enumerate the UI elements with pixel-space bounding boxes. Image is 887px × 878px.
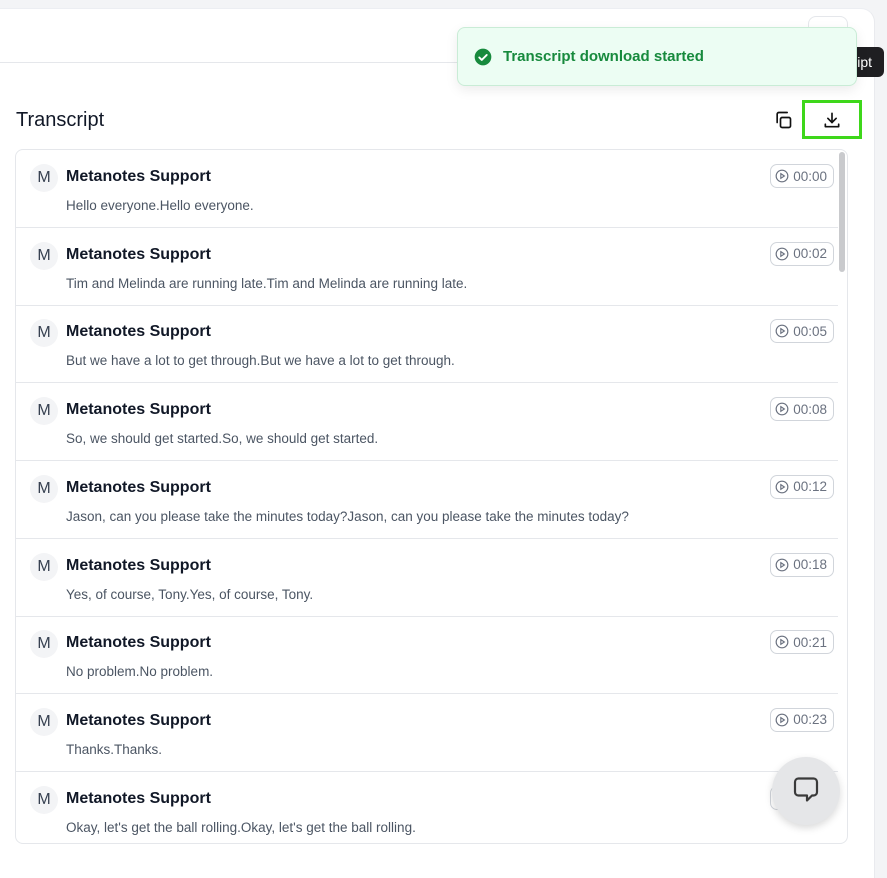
- avatar: M: [30, 241, 58, 270]
- speaker-name: Metanotes Support: [66, 634, 211, 652]
- transcript-entry: M Metanotes Support 00:21 No problem.No pro…: [16, 616, 838, 695]
- play-circle-icon: [775, 713, 789, 727]
- transcript-entry: M Metanotes Support 00:23 Thanks.Thanks.: [16, 694, 838, 772]
- play-circle-icon: [775, 480, 789, 494]
- avatar: M: [30, 630, 58, 659]
- utterance-text: But we have a lot to get through.But we …: [66, 353, 455, 369]
- utterance-text: Yes, of course, Tony.Yes, of course, Ton…: [66, 586, 314, 602]
- copy-icon: [776, 111, 792, 129]
- transcript-entry: M Metanotes Support 00:18 Yes, of course, T…: [16, 539, 838, 617]
- timestamp-label: 00:18: [793, 557, 827, 572]
- play-circle-icon: [775, 402, 789, 416]
- timestamp-label: 00:08: [793, 401, 827, 417]
- timestamp-label: 00:23: [793, 712, 827, 728]
- avatar: M: [30, 319, 58, 348]
- transcript-entry: M Metanotes Support 00:02 Tim and Melinda a…: [16, 228, 838, 306]
- transcript-entry: M Metanotes Support 00:12 Jason, can you pl…: [16, 461, 838, 539]
- play-circle-icon: [775, 324, 789, 338]
- utterance-text: Okay, let's get the ball rolling.Okay, l…: [66, 819, 416, 835]
- speaker-name: Metanotes Support: [66, 168, 211, 185]
- timestamp-label: 00:02: [793, 246, 827, 262]
- timestamp-label: 00:12: [793, 479, 827, 495]
- scrollbar[interactable]: [839, 152, 845, 272]
- transcript-list[interactable]: M Metanotes Support 00:00 Hello everyone.He…: [15, 149, 848, 844]
- utterance-text: So, we should get started.So, we should …: [66, 431, 379, 447]
- page-title: Transcript: [16, 109, 105, 131]
- speaker-name: Metanotes Support: [66, 323, 211, 341]
- timestamp-label: 00:00: [793, 168, 827, 184]
- timestamp-play-button[interactable]: 00:12: [770, 474, 834, 499]
- speaker-name: Metanotes Support: [66, 478, 211, 496]
- speaker-name: Metanotes Support: [66, 245, 211, 263]
- play-circle-icon: [775, 635, 789, 649]
- support-chat-button[interactable]: [772, 757, 840, 825]
- avatar: M: [30, 474, 58, 503]
- timestamp-play-button[interactable]: 00:05: [770, 319, 834, 344]
- transcript-entry: M Metanotes Support 00:08 So, we should get…: [16, 383, 838, 462]
- speaker-name: Metanotes Support: [66, 401, 211, 419]
- avatar: M: [30, 397, 58, 426]
- timestamp-play-button[interactable]: 00:23: [770, 707, 834, 732]
- timestamp-play-button[interactable]: 00:08: [770, 397, 834, 422]
- avatar: M: [30, 164, 58, 192]
- transcript-entry: M Metanotes Support 00:05 But we have a lot…: [16, 305, 838, 384]
- play-circle-icon: [775, 558, 789, 571]
- utterance-text: Jason, can you please take the minutes t…: [66, 508, 629, 524]
- transcript-entry: M Metanotes Support 00:00 Hello everyone.He…: [16, 150, 838, 228]
- play-circle-icon: [775, 247, 789, 261]
- success-toast: Transcript download started: [457, 27, 857, 86]
- play-circle-icon: [775, 169, 789, 183]
- download-transcript-button[interactable]: [802, 100, 862, 139]
- utterance-text: Tim and Melinda are running late.Tim and…: [66, 275, 468, 291]
- timestamp-play-button[interactable]: 00:21: [770, 630, 834, 655]
- speaker-name: Metanotes Support: [66, 556, 211, 574]
- transcript-entry: MMetanotes Support00:25Okay, let's get t…: [16, 772, 838, 843]
- timestamp-play-button[interactable]: 00:18: [770, 552, 834, 577]
- timestamp-play-button[interactable]: 00:02: [770, 241, 834, 266]
- check-circle-icon: [474, 48, 492, 65]
- timestamp-play-button[interactable]: 00:00: [770, 164, 834, 188]
- utterance-text: No problem.No problem.: [66, 664, 214, 680]
- avatar: M: [30, 552, 58, 581]
- utterance-text: Hello everyone.Hello everyone.: [66, 198, 254, 213]
- chat-bubble-icon: [793, 777, 819, 802]
- transcript-panel: Transcript M Metanotes Support 00:00 Hello …: [0, 8, 875, 878]
- download-icon: [824, 112, 840, 127]
- copy-transcript-button[interactable]: [770, 107, 796, 133]
- timestamp-label: 00:05: [793, 323, 827, 339]
- avatar: M: [30, 707, 58, 736]
- timestamp-label: 00:21: [793, 634, 827, 650]
- utterance-text: Thanks.Thanks.: [66, 741, 163, 757]
- avatar: M: [30, 785, 58, 814]
- speaker-name: Metanotes Support: [66, 711, 211, 729]
- toast-message: Transcript download started: [503, 48, 704, 65]
- speaker-name: Metanotes Support: [66, 789, 211, 807]
